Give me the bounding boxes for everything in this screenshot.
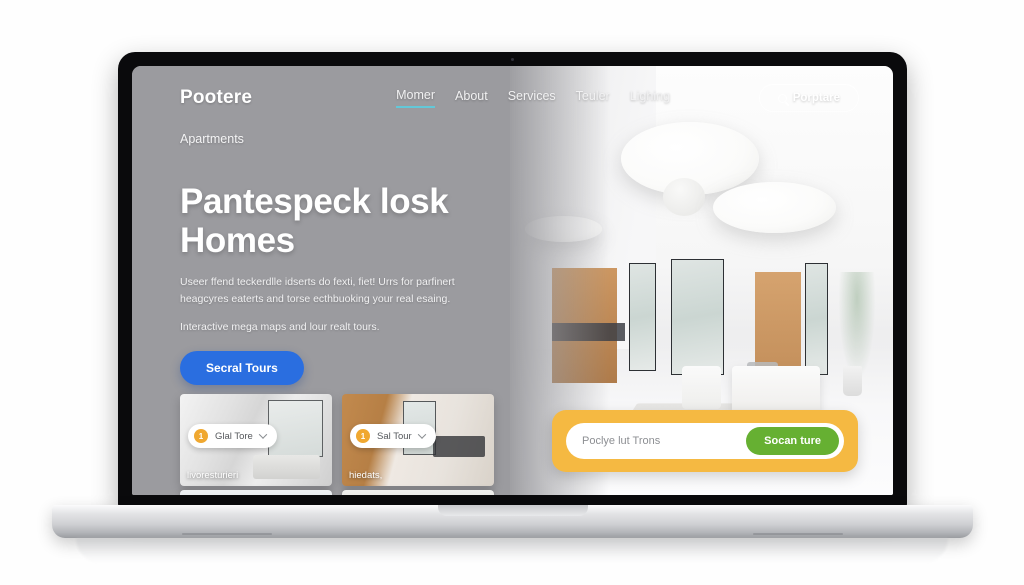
tour-card-1-badge: 1 — [194, 429, 208, 444]
tour-card-3-partial[interactable] — [180, 490, 332, 495]
laptop-base-foot-left — [182, 533, 272, 535]
laptop-base-notch — [437, 505, 588, 516]
search-input-wrapper[interactable]: Poclye lut Trons Socan ture — [566, 423, 844, 459]
ceiling-light-medium — [712, 181, 836, 234]
tour-card-1-pill[interactable]: 1 Glal Tore — [188, 424, 277, 449]
hero-subcopy: Useer ffend teckerdlle idserts do fexti,… — [180, 276, 455, 305]
website-viewport: Pootere Momer About Services Teuler Ligh… — [132, 66, 893, 495]
nav-search-button[interactable]: Porptare — [758, 84, 859, 112]
nav-item-teuler[interactable]: Teuler — [576, 89, 610, 107]
laptop-base-foot-right — [753, 533, 843, 535]
tour-card-1-caption: livoresturieri — [187, 470, 239, 481]
hero-cta-button[interactable]: Secral Tours — [180, 350, 304, 385]
screenshot-stage: Pootere Momer About Services Teuler Ligh… — [0, 0, 1024, 585]
search-icon — [777, 93, 787, 103]
laptop-lid: Pootere Momer About Services Teuler Ligh… — [118, 52, 907, 508]
window-left — [628, 263, 656, 371]
webcam-icon — [511, 58, 514, 61]
search-submit-button[interactable]: Socan ture — [746, 427, 839, 455]
tour-card-2-badge: 1 — [356, 429, 370, 444]
nav-search-label: Porptare — [792, 92, 840, 104]
tour-card-4-partial[interactable] — [342, 490, 494, 495]
tour-cards-row: 1 Glal Tore livoresturieri 1 Sal Tour hi… — [180, 394, 494, 486]
laptop-reflection — [76, 538, 948, 564]
nav-item-momer[interactable]: Momer — [396, 88, 436, 108]
hero-copy: Pantespeck losk Homes Useer ffend tecker… — [180, 182, 510, 385]
tour-card-2[interactable]: 1 Sal Tour hiedats, — [342, 394, 494, 486]
headline-line-2: Homes — [180, 221, 295, 261]
laptop-base — [52, 505, 973, 538]
window-right — [804, 263, 828, 375]
laptop-screen: Pootere Momer About Services Teuler Ligh… — [132, 66, 893, 495]
page-title: Pantespeck losk Homes — [180, 182, 510, 260]
hero-subcopy-secondary: Interactive mega maps and lour realt tou… — [180, 320, 380, 333]
tour-card-1-sofa — [252, 454, 320, 479]
chevron-down-icon[interactable] — [258, 430, 268, 440]
nav-item-services[interactable]: Services — [508, 89, 556, 107]
brand-logo[interactable]: Pootere — [180, 87, 252, 109]
property-search-bar: Poclye lut Trons Socan ture — [552, 410, 858, 472]
nav-links: Momer About Services Teuler Lighing — [396, 88, 670, 108]
site-navbar: Pootere Momer About Services Teuler Ligh… — [132, 66, 893, 130]
tour-card-1-label: Glal Tore — [215, 430, 253, 442]
tour-cards-row-2 — [180, 490, 494, 495]
window-center — [670, 259, 725, 375]
tour-card-2-label: Sal Tour — [377, 430, 412, 442]
tour-card-2-table — [433, 436, 485, 457]
tour-card-1[interactable]: 1 Glal Tore livoresturieri — [180, 394, 332, 486]
chevron-down-icon[interactable] — [417, 430, 426, 440]
ceiling-light-stem — [663, 177, 706, 217]
tour-card-2-pill[interactable]: 1 Sal Tour — [350, 424, 436, 449]
nav-item-about[interactable]: About — [455, 89, 488, 107]
tour-card-2-caption: hiedats, — [349, 470, 383, 481]
brand-subtitle: Apartments — [180, 132, 244, 146]
tour-card-1-window — [268, 399, 323, 457]
search-input[interactable]: Poclye lut Trons — [582, 435, 746, 447]
nav-item-lighing[interactable]: Lighing — [630, 89, 670, 107]
plant-pot — [843, 366, 863, 397]
headline-line-1: Pantespeck losk — [180, 182, 449, 221]
